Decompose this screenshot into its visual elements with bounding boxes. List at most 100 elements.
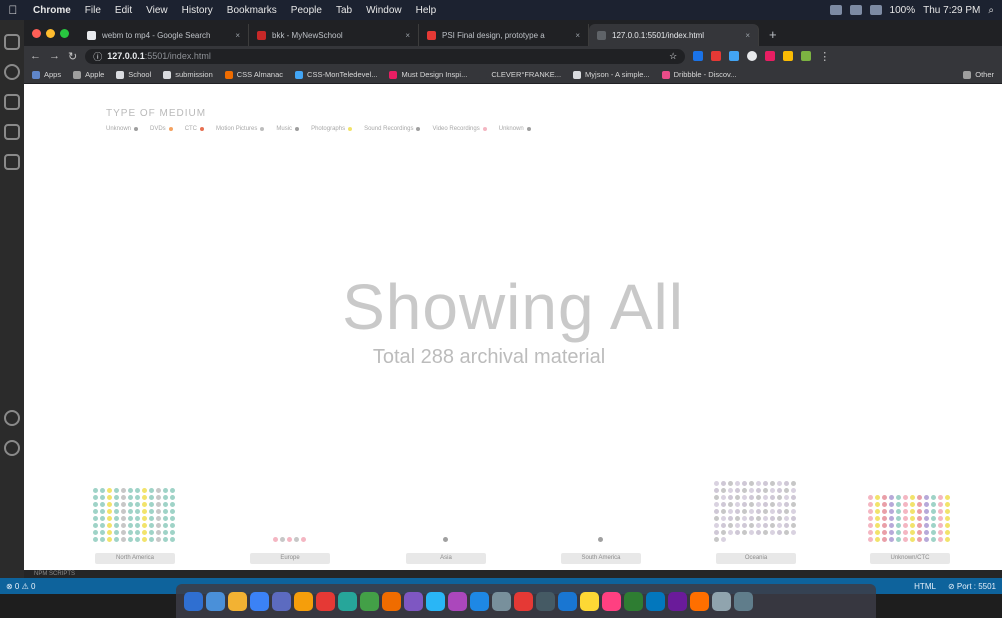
material-dot[interactable] [868,495,873,500]
material-dot[interactable] [945,495,950,500]
bookmark-item[interactable]: Must Design Inspi... [389,70,467,79]
material-dot[interactable] [875,495,880,500]
material-dot[interactable] [791,523,796,528]
material-dot[interactable] [924,509,929,514]
material-dot[interactable] [777,523,782,528]
material-dot[interactable] [728,509,733,514]
region-asia[interactable]: Asia [406,434,486,564]
language-mode[interactable]: HTML [914,582,936,591]
material-dot[interactable] [93,516,98,521]
material-dot[interactable] [882,516,887,521]
tab-close-icon[interactable]: × [405,31,410,40]
bookmark-item[interactable]: CSS Almanac [224,70,283,79]
dock-app-icon[interactable] [404,591,423,611]
back-arrow-icon[interactable]: ← [30,50,41,62]
menu-item-tab[interactable]: Tab [329,5,359,16]
dock-app-icon[interactable] [448,591,467,611]
material-dot[interactable] [121,509,126,514]
material-dot[interactable] [777,516,782,521]
dropbox-icon[interactable] [829,5,842,15]
material-dot[interactable] [749,523,754,528]
material-dot[interactable] [938,516,943,521]
bookmark-star-icon[interactable]: ☆ [669,51,677,62]
material-dot[interactable] [135,530,140,535]
dock-app-icon[interactable] [580,591,599,611]
material-dot[interactable] [910,530,915,535]
material-dot[interactable] [924,495,929,500]
material-dot[interactable] [896,516,901,521]
material-dot[interactable] [135,516,140,521]
region-label[interactable]: Unknown/CTC [870,553,950,564]
material-dot[interactable] [128,509,133,514]
bookmark-item[interactable]: School [116,70,151,79]
legend-item[interactable]: Sound Recordings [364,126,421,132]
material-dot[interactable] [777,502,782,507]
material-dot[interactable] [107,488,112,493]
material-dot[interactable] [128,530,133,535]
account-icon[interactable] [4,410,20,426]
material-dot[interactable] [93,530,98,535]
material-dot[interactable] [868,516,873,521]
material-dot[interactable] [742,516,747,521]
material-dot[interactable] [121,495,126,500]
material-dot[interactable] [735,530,740,535]
material-dot[interactable] [784,502,789,507]
dock-app-icon[interactable] [382,591,401,611]
material-dot[interactable] [924,502,929,507]
material-dot[interactable] [142,537,147,542]
material-dot[interactable] [149,488,154,493]
material-dot[interactable] [714,523,719,528]
menu-item-edit[interactable]: Edit [108,5,139,16]
material-dot[interactable] [149,523,154,528]
material-dot[interactable] [910,502,915,507]
menu-item-history[interactable]: History [175,5,220,16]
material-dot[interactable] [721,516,726,521]
material-dot[interactable] [945,502,950,507]
dock-app-icon[interactable] [602,591,621,611]
material-dot[interactable] [763,509,768,514]
material-dot[interactable] [121,502,126,507]
material-dot[interactable] [156,516,161,521]
live-server-port[interactable]: ⊘ Port : 5501 [948,582,996,591]
dock-app-icon[interactable] [536,591,555,611]
material-dot[interactable] [917,537,922,542]
minimize-window-icon[interactable] [46,28,55,38]
material-dot[interactable] [756,495,761,500]
material-dot[interactable] [791,516,796,521]
material-dot[interactable] [882,523,887,528]
material-dot[interactable] [763,516,768,521]
material-dot[interactable] [163,516,168,521]
material-dot[interactable] [931,509,936,514]
material-dot[interactable] [735,516,740,521]
material-dot[interactable] [749,481,754,486]
browser-tab[interactable]: PSI Final design, prototype a × [419,24,589,46]
material-dot[interactable] [597,537,603,542]
material-dot[interactable] [170,516,175,521]
material-dot[interactable] [714,509,719,514]
material-dot[interactable] [882,530,887,535]
material-dot[interactable] [142,495,147,500]
material-dot[interactable] [889,523,894,528]
material-dot[interactable] [882,509,887,514]
bookmark-item[interactable]: CSS-MonTeledevel... [295,70,377,79]
material-dot[interactable] [875,516,880,521]
material-dot[interactable] [163,495,168,500]
material-dot[interactable] [163,502,168,507]
material-dot[interactable] [135,495,140,500]
material-dot[interactable] [763,502,768,507]
legend-item[interactable]: Photographs [311,126,353,132]
material-dot[interactable] [170,495,175,500]
material-dot[interactable] [163,509,168,514]
region-label[interactable]: Asia [406,553,486,564]
material-dot[interactable] [931,495,936,500]
material-dot[interactable] [924,516,929,521]
region-label[interactable]: South America [561,553,641,564]
material-dot[interactable] [121,488,126,493]
material-dot[interactable] [784,509,789,514]
material-dot[interactable] [100,502,105,507]
material-dot[interactable] [896,509,901,514]
material-dot[interactable] [100,516,105,521]
extension-icon[interactable] [747,51,758,61]
material-dot[interactable] [114,530,119,535]
material-dot[interactable] [149,495,154,500]
